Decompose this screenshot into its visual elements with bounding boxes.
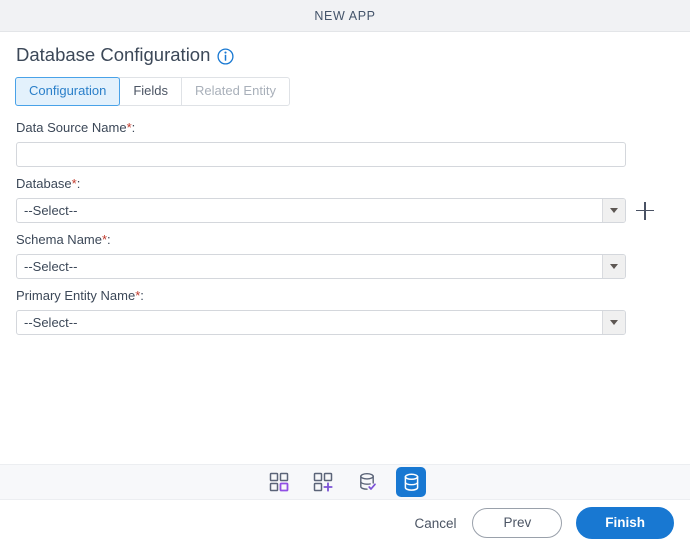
label-database-text: Database [16, 176, 72, 192]
field-database: Database*: --Select-- [16, 176, 674, 224]
caret-shape [610, 264, 618, 270]
schema-name-select-row: --Select-- [16, 254, 674, 280]
window-title: NEW APP [314, 8, 376, 23]
label-colon: : [76, 176, 81, 192]
field-schema-name: Schema Name*: --Select-- [16, 232, 674, 280]
wizard-stepper-bar [0, 464, 690, 500]
chevron-down-icon[interactable] [602, 199, 625, 223]
field-data-source-name: Data Source Name*: [16, 120, 674, 168]
database-select-value: --Select-- [24, 204, 78, 218]
cancel-button[interactable]: Cancel [412, 512, 458, 535]
new-app-wizard-window: NEW APP Database Configuration Configura… [0, 0, 690, 546]
label-data-source-name-text: Data Source Name [16, 120, 127, 136]
add-database-plus-icon[interactable] [636, 201, 654, 220]
label-primary-entity-name-text: Primary Entity Name [16, 288, 136, 304]
database-check-icon[interactable] [352, 467, 382, 497]
database-icon[interactable] [396, 467, 426, 497]
grid-add-squares-icon[interactable] [308, 467, 338, 497]
finish-button[interactable]: Finish [576, 507, 674, 539]
tab-configuration-label: Configuration [29, 83, 107, 99]
tab-fields-label: Fields [133, 83, 169, 99]
primary-entity-name-select-row: --Select-- [16, 309, 674, 335]
primary-entity-name-select-value: --Select-- [24, 315, 78, 329]
database-configuration-form: Data Source Name*: Database*: --Select-- [0, 106, 690, 464]
label-schema-name-text: Schema Name [16, 232, 102, 248]
caret-shape [610, 319, 618, 325]
tab-related-entity[interactable]: Related Entity [181, 77, 290, 107]
info-circle-icon[interactable] [217, 48, 234, 65]
schema-name-select[interactable]: --Select-- [16, 254, 626, 280]
label-primary-entity-name: Primary Entity Name*: [16, 288, 674, 305]
tab-bar: Configuration Fields Related Entity [15, 77, 690, 107]
page-title: Database Configuration [16, 44, 211, 65]
tab-related-entity-label: Related Entity [195, 83, 276, 99]
chevron-down-icon[interactable] [602, 255, 625, 279]
label-colon: : [107, 232, 111, 248]
chevron-down-icon[interactable] [602, 310, 625, 334]
label-data-source-name: Data Source Name*: [16, 120, 674, 137]
window-titlebar: NEW APP [0, 0, 690, 32]
caret-shape [610, 208, 618, 214]
page-heading-row: Database Configuration [0, 32, 690, 65]
tab-fields[interactable]: Fields [119, 77, 183, 107]
primary-entity-name-select[interactable]: --Select-- [16, 309, 626, 335]
label-colon: : [131, 120, 136, 136]
grid-four-squares-icon[interactable] [264, 467, 294, 497]
prev-button[interactable]: Prev [472, 508, 563, 538]
footer-action-bar: Cancel Prev Finish [0, 500, 690, 546]
label-schema-name: Schema Name*: [16, 232, 674, 249]
database-select[interactable]: --Select-- [16, 198, 626, 224]
database-select-row: --Select-- [16, 198, 674, 224]
label-database: Database*: [16, 176, 674, 193]
tab-configuration[interactable]: Configuration [15, 77, 121, 107]
field-primary-entity-name: Primary Entity Name*: --Select-- [16, 288, 674, 335]
label-colon: : [140, 288, 144, 304]
schema-name-select-value: --Select-- [24, 260, 78, 274]
data-source-name-input[interactable] [16, 142, 626, 168]
